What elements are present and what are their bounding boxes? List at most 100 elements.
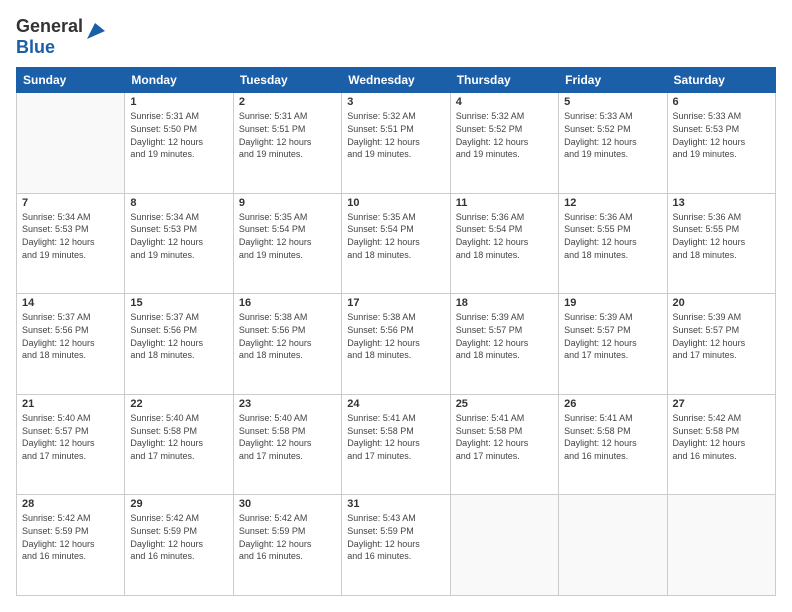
calendar-cell: 2Sunrise: 5:31 AM Sunset: 5:51 PM Daylig… xyxy=(233,93,341,194)
day-number: 8 xyxy=(130,197,227,209)
day-number: 21 xyxy=(22,398,119,410)
calendar-cell: 23 Sunrise: 5:40 AM Sunset: 5:58 PM Dayli… xyxy=(233,394,341,495)
day-info: Sunrise: 5:40 AM Sunset: 5:57 PM Dayligh… xyxy=(22,412,119,462)
weekday-header-sunday: Sunday xyxy=(17,68,125,93)
calendar-cell: 11 Sunrise: 5:36 AM Sunset: 5:54 PM Dayli… xyxy=(450,193,558,294)
day-number: 31 xyxy=(347,498,444,510)
day-number: 4 xyxy=(456,96,553,108)
day-number: 1 xyxy=(130,96,227,108)
calendar-cell: 12 Sunrise: 5:36 AM Sunset: 5:55 PM Dayli… xyxy=(559,193,667,294)
day-info: Sunrise: 5:41 AM Sunset: 5:58 PM Dayligh… xyxy=(564,412,661,462)
day-number: 12 xyxy=(564,197,661,209)
day-number: 20 xyxy=(673,297,770,309)
calendar-week-row: 21 Sunrise: 5:40 AM Sunset: 5:57 PM Dayli… xyxy=(17,394,776,495)
day-number: 11 xyxy=(456,197,553,209)
day-number: 19 xyxy=(564,297,661,309)
day-number: 14 xyxy=(22,297,119,309)
calendar-cell: 15 Sunrise: 5:37 AM Sunset: 5:56 PM Dayli… xyxy=(125,294,233,395)
day-info: Sunrise: 5:39 AM Sunset: 5:57 PM Dayligh… xyxy=(564,311,661,361)
day-info: Sunrise: 5:42 AM Sunset: 5:59 PM Dayligh… xyxy=(22,512,119,562)
calendar-cell: 28 Sunrise: 5:42 AM Sunset: 5:59 PM Dayli… xyxy=(17,495,125,596)
day-number: 23 xyxy=(239,398,336,410)
day-info: Sunrise: 5:37 AM Sunset: 5:56 PM Dayligh… xyxy=(130,311,227,361)
day-info: Sunrise: 5:36 AM Sunset: 5:54 PM Dayligh… xyxy=(456,211,553,261)
calendar-cell: 22Sunrise: 5:40 AM Sunset: 5:58 PM Dayli… xyxy=(125,394,233,495)
calendar-week-row: 14 Sunrise: 5:37 AM Sunset: 5:56 PM Dayli… xyxy=(17,294,776,395)
calendar-cell: 21 Sunrise: 5:40 AM Sunset: 5:57 PM Dayli… xyxy=(17,394,125,495)
day-info: Sunrise: 5:42 AM Sunset: 5:58 PM Dayligh… xyxy=(673,412,770,462)
header: General Blue xyxy=(16,16,776,57)
calendar-cell: 6 Sunrise: 5:33 AM Sunset: 5:53 PM Daylig… xyxy=(667,93,775,194)
day-info: Sunrise: 5:41 AM Sunset: 5:58 PM Dayligh… xyxy=(347,412,444,462)
day-info: Sunrise: 5:34 AM Sunset: 5:53 PM Dayligh… xyxy=(130,211,227,261)
day-info: Sunrise: 5:33 AM Sunset: 5:52 PM Dayligh… xyxy=(564,110,661,160)
calendar-cell: 9Sunrise: 5:35 AM Sunset: 5:54 PM Daylig… xyxy=(233,193,341,294)
day-info: Sunrise: 5:37 AM Sunset: 5:56 PM Dayligh… xyxy=(22,311,119,361)
day-number: 5 xyxy=(564,96,661,108)
calendar-cell: 10 Sunrise: 5:35 AM Sunset: 5:54 PM Dayli… xyxy=(342,193,450,294)
day-info: Sunrise: 5:36 AM Sunset: 5:55 PM Dayligh… xyxy=(564,211,661,261)
weekday-header-row: SundayMondayTuesdayWednesdayThursdayFrid… xyxy=(17,68,776,93)
calendar-cell: 27 Sunrise: 5:42 AM Sunset: 5:58 PM Dayli… xyxy=(667,394,775,495)
calendar-cell: 29Sunrise: 5:42 AM Sunset: 5:59 PM Dayli… xyxy=(125,495,233,596)
day-number: 27 xyxy=(673,398,770,410)
day-info: Sunrise: 5:38 AM Sunset: 5:56 PM Dayligh… xyxy=(239,311,336,361)
calendar-cell: 25 Sunrise: 5:41 AM Sunset: 5:58 PM Dayli… xyxy=(450,394,558,495)
day-number: 30 xyxy=(239,498,336,510)
calendar-cell: 17Sunrise: 5:38 AM Sunset: 5:56 PM Dayli… xyxy=(342,294,450,395)
day-number: 9 xyxy=(239,197,336,209)
calendar-cell: 26 Sunrise: 5:41 AM Sunset: 5:58 PM Dayli… xyxy=(559,394,667,495)
calendar-cell xyxy=(450,495,558,596)
day-number: 24 xyxy=(347,398,444,410)
day-number: 3 xyxy=(347,96,444,108)
day-number: 15 xyxy=(130,297,227,309)
day-number: 6 xyxy=(673,96,770,108)
day-info: Sunrise: 5:35 AM Sunset: 5:54 PM Dayligh… xyxy=(347,211,444,261)
calendar-cell: 8 Sunrise: 5:34 AM Sunset: 5:53 PM Daylig… xyxy=(125,193,233,294)
day-number: 22 xyxy=(130,398,227,410)
logo: General Blue xyxy=(16,16,107,57)
calendar-cell: 16 Sunrise: 5:38 AM Sunset: 5:56 PM Dayli… xyxy=(233,294,341,395)
logo-arrow-icon xyxy=(85,21,107,43)
weekday-header-wednesday: Wednesday xyxy=(342,68,450,93)
calendar-cell xyxy=(667,495,775,596)
day-number: 13 xyxy=(673,197,770,209)
day-number: 25 xyxy=(456,398,553,410)
weekday-header-saturday: Saturday xyxy=(667,68,775,93)
day-info: Sunrise: 5:41 AM Sunset: 5:58 PM Dayligh… xyxy=(456,412,553,462)
calendar-cell: 30 Sunrise: 5:42 AM Sunset: 5:59 PM Dayli… xyxy=(233,495,341,596)
logo-general: General xyxy=(16,16,83,36)
weekday-header-friday: Friday xyxy=(559,68,667,93)
day-info: Sunrise: 5:39 AM Sunset: 5:57 PM Dayligh… xyxy=(673,311,770,361)
day-number: 26 xyxy=(564,398,661,410)
day-info: Sunrise: 5:34 AM Sunset: 5:53 PM Dayligh… xyxy=(22,211,119,261)
calendar-cell: 3 Sunrise: 5:32 AM Sunset: 5:51 PM Daylig… xyxy=(342,93,450,194)
day-info: Sunrise: 5:39 AM Sunset: 5:57 PM Dayligh… xyxy=(456,311,553,361)
day-number: 16 xyxy=(239,297,336,309)
weekday-header-thursday: Thursday xyxy=(450,68,558,93)
day-info: Sunrise: 5:32 AM Sunset: 5:52 PM Dayligh… xyxy=(456,110,553,160)
calendar-cell: 24 Sunrise: 5:41 AM Sunset: 5:58 PM Dayli… xyxy=(342,394,450,495)
calendar-cell: 1Sunrise: 5:31 AM Sunset: 5:50 PM Daylig… xyxy=(125,93,233,194)
calendar-cell: 13 Sunrise: 5:36 AM Sunset: 5:55 PM Dayli… xyxy=(667,193,775,294)
logo-blue: Blue xyxy=(16,37,55,57)
day-number: 10 xyxy=(347,197,444,209)
day-info: Sunrise: 5:40 AM Sunset: 5:58 PM Dayligh… xyxy=(239,412,336,462)
calendar-cell xyxy=(559,495,667,596)
calendar-cell: 31Sunrise: 5:43 AM Sunset: 5:59 PM Dayli… xyxy=(342,495,450,596)
day-info: Sunrise: 5:33 AM Sunset: 5:53 PM Dayligh… xyxy=(673,110,770,160)
day-info: Sunrise: 5:31 AM Sunset: 5:51 PM Dayligh… xyxy=(239,110,336,160)
calendar-week-row: 7 Sunrise: 5:34 AM Sunset: 5:53 PM Daylig… xyxy=(17,193,776,294)
weekday-header-monday: Monday xyxy=(125,68,233,93)
day-number: 18 xyxy=(456,297,553,309)
calendar-cell xyxy=(17,93,125,194)
day-info: Sunrise: 5:42 AM Sunset: 5:59 PM Dayligh… xyxy=(239,512,336,562)
day-number: 7 xyxy=(22,197,119,209)
calendar-cell: 14 Sunrise: 5:37 AM Sunset: 5:56 PM Dayli… xyxy=(17,294,125,395)
day-info: Sunrise: 5:32 AM Sunset: 5:51 PM Dayligh… xyxy=(347,110,444,160)
day-info: Sunrise: 5:36 AM Sunset: 5:55 PM Dayligh… xyxy=(673,211,770,261)
day-number: 29 xyxy=(130,498,227,510)
day-number: 28 xyxy=(22,498,119,510)
weekday-header-tuesday: Tuesday xyxy=(233,68,341,93)
calendar-week-row: 1Sunrise: 5:31 AM Sunset: 5:50 PM Daylig… xyxy=(17,93,776,194)
